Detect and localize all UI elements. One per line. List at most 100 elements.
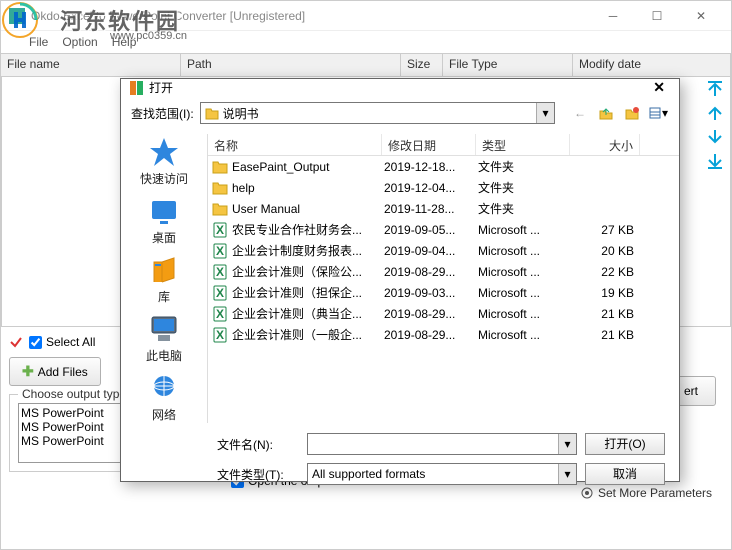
file-date: 2019-09-03... bbox=[384, 286, 478, 300]
file-row[interactable]: X 企业会计准则（担保企...2019-09-03...Microsoft ...… bbox=[208, 282, 679, 303]
file-size: 21 KB bbox=[572, 328, 634, 342]
filename-input[interactable]: ▾ bbox=[307, 433, 577, 455]
move-top-icon[interactable] bbox=[706, 80, 724, 98]
cancel-button[interactable]: 取消 bbox=[585, 463, 665, 485]
svg-text:X: X bbox=[216, 328, 224, 342]
chevron-down-icon[interactable]: ▾ bbox=[558, 434, 576, 454]
desktop-icon bbox=[148, 195, 180, 227]
file-col-size[interactable]: 大小 bbox=[570, 134, 640, 155]
col-filetype[interactable]: File Type bbox=[443, 54, 573, 76]
look-in-label: 查找范围(I): bbox=[131, 105, 194, 122]
file-type: 文件夹 bbox=[478, 179, 572, 196]
move-bottom-icon[interactable] bbox=[706, 152, 724, 170]
col-filename[interactable]: File name bbox=[1, 54, 181, 76]
file-type: Microsoft ... bbox=[478, 265, 572, 279]
file-name: 企业会计准则（担保企... bbox=[232, 284, 384, 301]
filetype-label: 文件类型(T): bbox=[217, 466, 299, 483]
dialog-close-button[interactable]: ✕ bbox=[647, 79, 671, 96]
file-name: User Manual bbox=[232, 202, 384, 216]
watermark-overlay: 河东软件园 www.pc0359.cn bbox=[0, 0, 260, 46]
file-name: help bbox=[232, 181, 384, 195]
file-size: 21 KB bbox=[572, 307, 634, 321]
place-library[interactable]: 库 bbox=[148, 254, 180, 305]
select-all-icon bbox=[9, 335, 23, 349]
file-date: 2019-08-29... bbox=[384, 307, 478, 321]
close-button[interactable]: ✕ bbox=[679, 2, 723, 30]
file-col-type[interactable]: 类型 bbox=[476, 134, 570, 155]
file-date: 2019-09-05... bbox=[384, 223, 478, 237]
svg-text:X: X bbox=[216, 244, 224, 258]
file-row[interactable]: help2019-12-04...文件夹 bbox=[208, 177, 679, 198]
file-name: EasePaint_Output bbox=[232, 160, 384, 174]
file-row[interactable]: EasePaint_Output2019-12-18...文件夹 bbox=[208, 156, 679, 177]
file-type: Microsoft ... bbox=[478, 244, 572, 258]
file-name: 企业会计准则（典当企... bbox=[232, 305, 384, 322]
svg-text:X: X bbox=[216, 307, 224, 321]
svg-text:X: X bbox=[216, 265, 224, 279]
filename-label: 文件名(N): bbox=[217, 436, 299, 453]
dialog-icon bbox=[129, 81, 143, 95]
network-icon bbox=[148, 372, 180, 404]
chevron-down-icon[interactable]: ▾ bbox=[536, 103, 554, 123]
file-size: 20 KB bbox=[572, 244, 634, 258]
select-all-label: Select All bbox=[46, 335, 95, 349]
file-size: 22 KB bbox=[572, 265, 634, 279]
file-type: 文件夹 bbox=[478, 158, 572, 175]
move-up-icon[interactable] bbox=[706, 104, 724, 122]
place-desktop[interactable]: 桌面 bbox=[148, 195, 180, 246]
file-type: Microsoft ... bbox=[478, 286, 572, 300]
folder-icon bbox=[205, 106, 219, 120]
col-modify[interactable]: Modify date bbox=[573, 54, 731, 76]
open-file-dialog: 打开 ✕ 查找范围(I): 说明书 ▾ ← ▾ 快速访问 桌面 bbox=[120, 78, 680, 482]
filetype-combo[interactable]: All supported formats ▾ bbox=[307, 463, 577, 485]
file-row[interactable]: X 企业会计准则（保险公...2019-08-29...Microsoft ...… bbox=[208, 261, 679, 282]
new-folder-button[interactable] bbox=[621, 102, 643, 124]
place-this-pc[interactable]: 此电脑 bbox=[146, 313, 182, 364]
file-size: 27 KB bbox=[572, 223, 634, 237]
file-name: 农民专业合作社财务会... bbox=[232, 221, 384, 238]
watermark-logo-icon bbox=[2, 2, 38, 38]
file-type: Microsoft ... bbox=[478, 328, 572, 342]
file-row[interactable]: X 企业会计准则（典当企...2019-08-29...Microsoft ...… bbox=[208, 303, 679, 324]
file-type: Microsoft ... bbox=[478, 223, 572, 237]
chevron-down-icon[interactable]: ▾ bbox=[558, 464, 576, 484]
dialog-title: 打开 bbox=[149, 79, 647, 96]
file-col-date[interactable]: 修改日期 bbox=[382, 134, 476, 155]
file-type: Microsoft ... bbox=[478, 307, 572, 321]
file-row[interactable]: X 农民专业合作社财务会...2019-09-05...Microsoft ...… bbox=[208, 219, 679, 240]
file-row[interactable]: User Manual2019-11-28...文件夹 bbox=[208, 198, 679, 219]
select-all-checkbox[interactable] bbox=[29, 336, 42, 349]
library-icon bbox=[148, 254, 180, 286]
file-date: 2019-08-29... bbox=[384, 328, 478, 342]
maximize-button[interactable]: ☐ bbox=[635, 2, 679, 30]
place-network[interactable]: 网络 bbox=[148, 372, 180, 423]
file-name: 企业会计准则（保险公... bbox=[232, 263, 384, 280]
plus-icon: ✚ bbox=[22, 363, 34, 380]
file-col-name[interactable]: 名称 bbox=[208, 134, 382, 155]
quick-access-icon bbox=[148, 136, 180, 168]
file-date: 2019-08-29... bbox=[384, 265, 478, 279]
add-files-button[interactable]: ✚ Add Files bbox=[9, 357, 101, 386]
open-button[interactable]: 打开(O) bbox=[585, 433, 665, 455]
nav-up-button[interactable] bbox=[595, 102, 617, 124]
place-quick-access[interactable]: 快速访问 bbox=[140, 136, 188, 187]
svg-text:X: X bbox=[216, 286, 224, 300]
view-menu-button[interactable]: ▾ bbox=[647, 102, 669, 124]
svg-text:X: X bbox=[216, 223, 224, 237]
file-type: 文件夹 bbox=[478, 200, 572, 217]
watermark-url: www.pc0359.cn bbox=[110, 30, 187, 42]
look-in-combo[interactable]: 说明书 ▾ bbox=[200, 102, 555, 124]
file-row[interactable]: X 企业会计制度财务报表...2019-09-04...Microsoft ...… bbox=[208, 240, 679, 261]
col-size[interactable]: Size bbox=[401, 54, 443, 76]
file-date: 2019-12-18... bbox=[384, 160, 478, 174]
move-down-icon[interactable] bbox=[706, 128, 724, 146]
file-row[interactable]: X 企业会计准则（一般企...2019-08-29...Microsoft ...… bbox=[208, 324, 679, 345]
file-name: 企业会计制度财务报表... bbox=[232, 242, 384, 259]
file-date: 2019-12-04... bbox=[384, 181, 478, 195]
file-date: 2019-09-04... bbox=[384, 244, 478, 258]
col-path[interactable]: Path bbox=[181, 54, 401, 76]
minimize-button[interactable]: ─ bbox=[591, 2, 635, 30]
choose-output-label: Choose output type: bbox=[18, 387, 133, 401]
nav-back-button[interactable]: ← bbox=[569, 102, 591, 124]
file-name: 企业会计准则（一般企... bbox=[232, 326, 384, 343]
